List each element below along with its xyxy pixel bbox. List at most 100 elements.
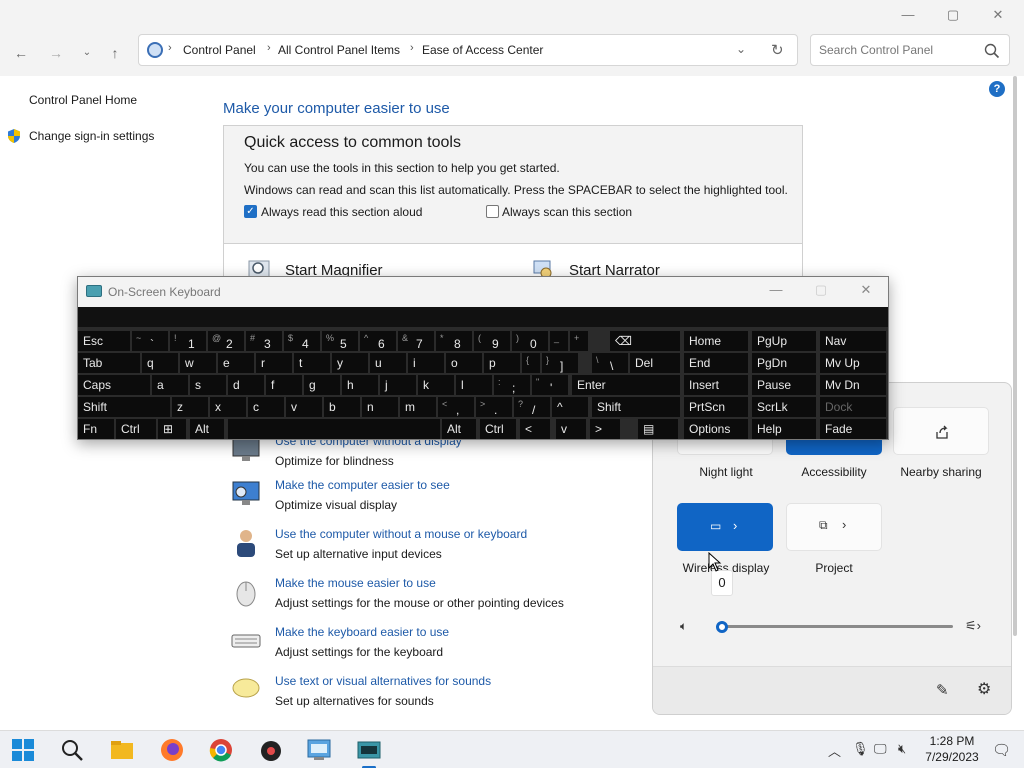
nearby-sharing-tile[interactable] xyxy=(893,407,989,455)
osk-nav-key[interactable]: Dock xyxy=(820,397,886,417)
osk-nav-key[interactable]: Nav xyxy=(820,331,886,351)
control-panel-taskbar-icon[interactable] xyxy=(305,736,333,764)
osk-nav-key[interactable]: Insert xyxy=(684,375,748,395)
clock[interactable]: 1:28 PM 7/29/2023 xyxy=(922,733,982,765)
osk-key[interactable]: {[ xyxy=(522,353,540,373)
osk-taskbar-icon[interactable] xyxy=(355,736,383,764)
osk-key[interactable] xyxy=(228,419,440,439)
osk-key[interactable]: g xyxy=(304,375,340,395)
osk-key[interactable]: t xyxy=(294,353,330,373)
osk-key[interactable]: x xyxy=(210,397,246,417)
osk-key[interactable]: & 7 xyxy=(398,331,434,351)
osk-key[interactable]: Fn xyxy=(78,419,114,439)
minimize-button[interactable]: — xyxy=(893,4,923,26)
osk-nav-key[interactable]: Help xyxy=(752,419,816,439)
osk-key[interactable]: @2 xyxy=(208,331,244,351)
option-sounds-link[interactable]: Use text or visual alternatives for soun… xyxy=(275,674,491,688)
osk-key[interactable]: (9 xyxy=(474,331,510,351)
osk-key[interactable]: ~ ` xyxy=(132,331,168,351)
speaker-mute-icon[interactable]: 🔈︎ xyxy=(680,619,687,634)
audio-output-icon[interactable]: ⚟› xyxy=(965,618,981,634)
osk-key[interactable]: #3 xyxy=(246,331,282,351)
osk-nav-key[interactable]: PrtScn xyxy=(684,397,748,417)
osk-key[interactable]: i xyxy=(408,353,444,373)
osk-key[interactable]: o xyxy=(446,353,482,373)
option-easier-to-see-link[interactable]: Make the computer easier to see xyxy=(275,478,450,492)
osk-key[interactable]: ▤ xyxy=(638,419,678,439)
osk-key[interactable]: ^ xyxy=(552,397,588,417)
forward-arrow-icon[interactable]: → xyxy=(45,42,67,64)
osk-key[interactable]: \ \ xyxy=(592,353,628,373)
chrome-icon[interactable] xyxy=(207,736,235,764)
control-panel-home-link[interactable]: Control Panel Home xyxy=(29,93,137,107)
volume-muted-icon[interactable]: 🔇︎ xyxy=(898,741,906,757)
osk-key[interactable]: y xyxy=(332,353,368,373)
osk-key[interactable]: n xyxy=(362,397,398,417)
osk-key[interactable]: c xyxy=(248,397,284,417)
osk-key[interactable]: Ctrl xyxy=(116,419,156,439)
option-no-mouse-keyboard-link[interactable]: Use the computer without a mouse or keyb… xyxy=(275,527,527,541)
read-aloud-checkbox[interactable]: ✓ xyxy=(244,205,257,218)
up-arrow-icon[interactable]: ↑ xyxy=(104,42,126,64)
osk-key[interactable]: a xyxy=(152,375,188,395)
volume-slider-thumb[interactable] xyxy=(716,621,728,633)
app-icon[interactable] xyxy=(257,736,285,764)
osk-key[interactable]: Shift xyxy=(78,397,170,417)
osk-key[interactable]: e xyxy=(218,353,254,373)
osk-key[interactable]: >. xyxy=(476,397,512,417)
change-signin-settings-link[interactable]: Change sign-in settings xyxy=(29,129,154,143)
address-bar[interactable]: › Control Panel › All Control Panel Item… xyxy=(138,34,798,66)
osk-key[interactable]: < xyxy=(520,419,550,439)
osk-key[interactable]: % 5 xyxy=(322,331,358,351)
osk-maximize-button[interactable]: ▢ xyxy=(811,282,831,302)
osk-key[interactable]: j xyxy=(380,375,416,395)
osk-key[interactable]: r xyxy=(256,353,292,373)
refresh-icon[interactable]: ↻ xyxy=(771,41,784,59)
osk-nav-key[interactable]: PgDn xyxy=(752,353,816,373)
osk-key[interactable]: p xyxy=(484,353,520,373)
osk-key[interactable]: ) 0 xyxy=(512,331,548,351)
osk-nav-key[interactable]: ScrLk xyxy=(752,397,816,417)
breadcrumb-ease-of-access[interactable]: Ease of Access Center xyxy=(422,43,543,57)
breadcrumb-all-items[interactable]: All Control Panel Items xyxy=(278,43,400,57)
search-icon[interactable] xyxy=(58,736,86,764)
recent-locations-icon[interactable]: ⌄ xyxy=(76,42,98,64)
osk-nav-key[interactable]: Fade xyxy=(820,419,886,439)
osk-key[interactable]: ^ 6 xyxy=(360,331,396,351)
osk-key[interactable]: b xyxy=(324,397,360,417)
maximize-button[interactable]: ▢ xyxy=(938,4,968,26)
osk-close-button[interactable]: ✕ xyxy=(856,282,876,302)
wireless-display-tile[interactable]: ▭ › xyxy=(677,503,773,551)
osk-nav-key[interactable]: Options xyxy=(684,419,748,439)
osk-key[interactable]: v xyxy=(556,419,586,439)
notification-icon[interactable]: 🗨︎ xyxy=(992,741,1011,759)
scan-section-checkbox[interactable] xyxy=(486,205,499,218)
osk-titlebar[interactable]: On-Screen Keyboard — ▢ ✕ xyxy=(78,277,888,307)
osk-key[interactable]: f xyxy=(266,375,302,395)
osk-key[interactable]: }] xyxy=(542,353,578,373)
microphone-icon[interactable]: 🎙︎ xyxy=(852,741,869,757)
osk-key[interactable]: $4 xyxy=(284,331,320,351)
search-input[interactable]: Search Control Panel xyxy=(819,43,933,57)
osk-key[interactable]: :; xyxy=(494,375,530,395)
osk-key[interactable]: l xyxy=(456,375,492,395)
osk-key[interactable]: w xyxy=(180,353,216,373)
osk-key[interactable]: q xyxy=(142,353,178,373)
osk-key[interactable]: Caps xyxy=(78,375,150,395)
settings-gear-icon[interactable]: ⚙ xyxy=(977,679,991,699)
osk-key[interactable]: <, xyxy=(438,397,474,417)
osk-minimize-button[interactable]: — xyxy=(766,282,786,302)
osk-key[interactable]: ? / xyxy=(514,397,550,417)
osk-key[interactable]: Esc xyxy=(78,331,130,351)
help-icon[interactable]: ? xyxy=(989,81,1005,97)
volume-slider-track[interactable] xyxy=(723,625,953,628)
firefox-icon[interactable] xyxy=(158,736,186,764)
scrollbar[interactable] xyxy=(1012,76,1018,636)
osk-key[interactable]: ⊞ xyxy=(158,419,186,439)
chevron-down-icon[interactable]: ⌄ xyxy=(736,42,746,56)
osk-key[interactable]: Tab xyxy=(78,353,140,373)
osk-nav-key[interactable]: Pause xyxy=(752,375,816,395)
osk-key[interactable]: > xyxy=(590,419,620,439)
osk-key[interactable]: _- xyxy=(550,331,568,351)
osk-key[interactable]: m xyxy=(400,397,436,417)
